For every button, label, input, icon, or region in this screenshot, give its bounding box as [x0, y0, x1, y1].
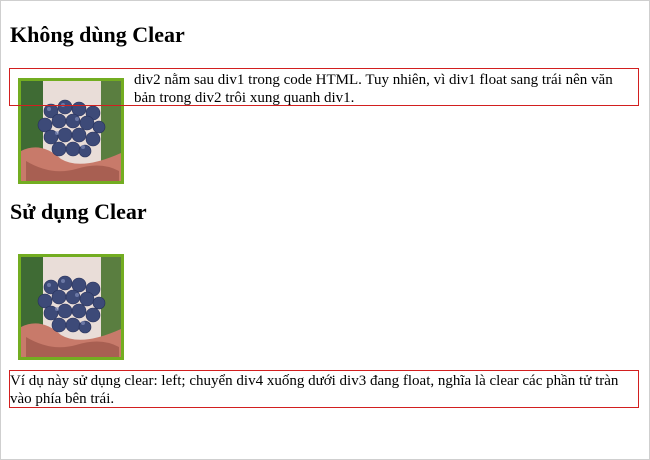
grapes-image-2: [18, 254, 124, 360]
div4-text: Ví dụ này sử dụng clear: left; chuyển di…: [10, 373, 619, 407]
div4-text-box: Ví dụ này sử dụng clear: left; chuyển di…: [9, 370, 639, 408]
div2-text-box: div2 nằm sau div1 trong code HTML. Tuy n…: [9, 68, 639, 106]
heading-use-clear: Sử dụng Clear: [10, 199, 147, 224]
grapes-icon: [21, 257, 121, 357]
heading-no-clear: Không dùng Clear: [10, 22, 185, 47]
